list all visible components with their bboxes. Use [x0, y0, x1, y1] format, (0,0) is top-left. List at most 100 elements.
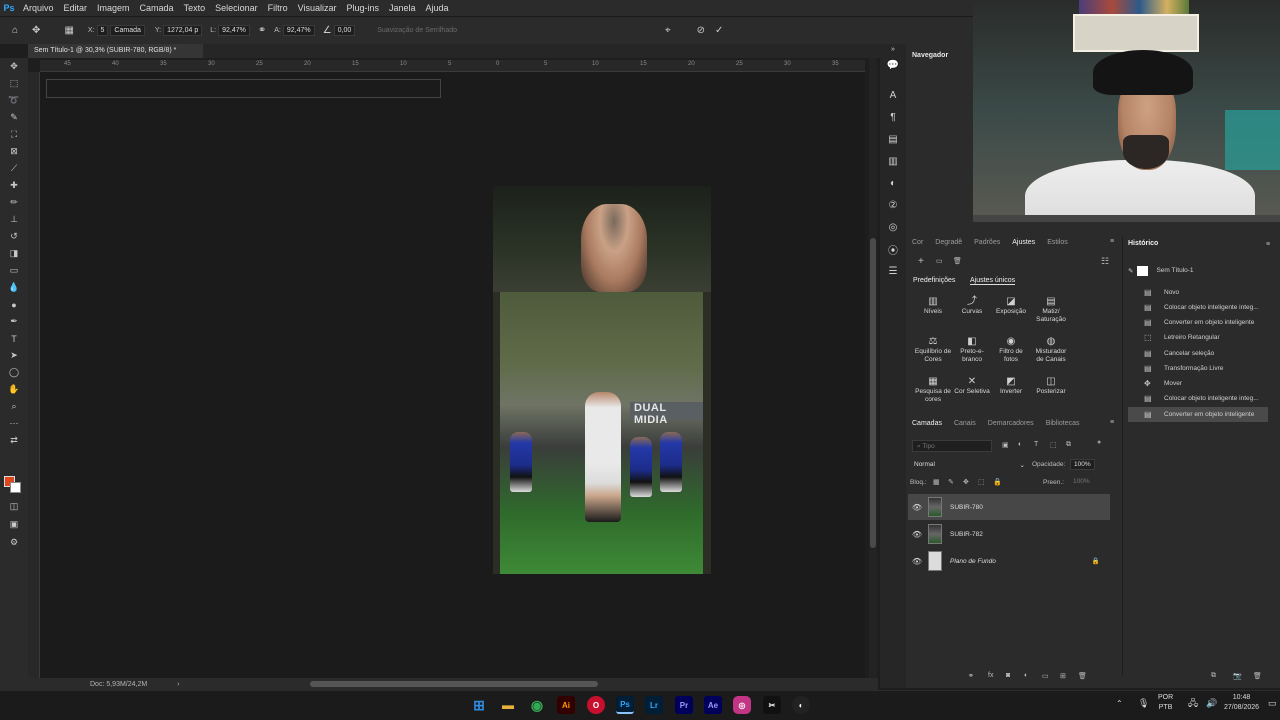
adjustment-preto-branco[interactable]: ◧ Preto-e-branco: [953, 336, 991, 364]
filter-adjustment-icon[interactable]: ◐: [1018, 441, 1022, 448]
navigator-zoom-bar[interactable]: [973, 215, 1280, 222]
after-effects-icon[interactable]: Ae: [704, 696, 722, 714]
filter-smart-icon[interactable]: ⧉: [1066, 441, 1071, 449]
photoshop-icon[interactable]: Ps: [616, 696, 634, 714]
tab-degrade[interactable]: Degradê: [929, 239, 968, 246]
filter-shape-icon[interactable]: ⬚: [1050, 441, 1057, 449]
blend-mode-select[interactable]: Normal ⌄: [912, 459, 1027, 471]
hand-tool-icon[interactable]: ✋: [0, 381, 28, 398]
delete-state-icon[interactable]: 🗑: [1253, 672, 1262, 680]
history-item[interactable]: ✥ Mover: [1128, 376, 1270, 391]
lightroom-icon[interactable]: Lr: [645, 696, 663, 714]
history-brush-tool-icon[interactable]: ↺: [0, 228, 28, 245]
layer-row-plano-de-fundo[interactable]: 👁 Plano de Fundo 🔒: [908, 548, 1110, 574]
menu-selecionar[interactable]: Selecionar: [210, 3, 263, 13]
fill-field[interactable]: 100%: [1070, 477, 1093, 486]
frame-tool-icon[interactable]: ⊠: [0, 143, 28, 160]
link-icon[interactable]: ⚭: [258, 25, 266, 36]
menu-plugins[interactable]: Plug-ins: [341, 3, 384, 13]
type-tool-icon[interactable]: T: [0, 330, 28, 347]
clock[interactable]: 10:48 27/08/2026: [1224, 693, 1259, 713]
history-item[interactable]: ▤ Colocar objeto inteligente integ...: [1128, 300, 1270, 315]
history-item[interactable]: ▤ Cancelar seleção: [1128, 346, 1270, 361]
lock-all-icon[interactable]: 🔒: [993, 478, 1002, 486]
eye-icon[interactable]: 👁: [908, 557, 926, 566]
x-field[interactable]: 5: [96, 25, 109, 36]
microphone-icon[interactable]: 🎙: [1138, 698, 1149, 708]
adjustment-niveis[interactable]: ▥ Níveis: [914, 296, 952, 316]
lock-transparent-icon[interactable]: ▦: [933, 478, 940, 486]
menu-visualizar[interactable]: Visualizar: [293, 3, 342, 13]
layer-search-field[interactable]: ⌕ Tipo: [912, 440, 992, 452]
tab-estilos[interactable]: Estilos: [1041, 239, 1074, 246]
canvas-area[interactable]: [40, 72, 865, 678]
artboard-icon[interactable]: ⚙: [0, 534, 28, 551]
character-icon[interactable]: A: [880, 84, 906, 106]
subtab-predefinicoes[interactable]: Predefinições: [913, 277, 955, 284]
filter-pixel-icon[interactable]: ▣: [1002, 441, 1009, 449]
tray-overflow-icon[interactable]: ⌃: [1116, 699, 1123, 709]
snapshot-camera-icon[interactable]: 📷: [1233, 672, 1242, 680]
screen-mode-icon[interactable]: ▣: [0, 516, 28, 533]
layer-select[interactable]: Camada: [110, 25, 145, 36]
photoshop-logo-icon[interactable]: Ps: [0, 3, 18, 13]
commit-transform-icon[interactable]: ✓: [715, 25, 723, 36]
gradient-tool-icon[interactable]: ▭: [0, 262, 28, 279]
home-icon[interactable]: ⌂: [12, 25, 18, 36]
history-menu-icon[interactable]: ≡: [1266, 241, 1270, 248]
paths-icon[interactable]: ◐: [880, 172, 906, 194]
lock-position-icon[interactable]: ✥: [963, 478, 969, 486]
dodge-tool-icon[interactable]: ●: [0, 296, 28, 313]
history-item[interactable]: ▤ Novo: [1128, 285, 1270, 300]
status-arrow-icon[interactable]: ›: [177, 681, 179, 688]
adjustment-equilibrio-cores[interactable]: ⚖ Equilíbrio de Cores: [914, 336, 952, 364]
adjustment-pesquisa-cores[interactable]: ▦ Pesquisa de cores: [914, 376, 952, 404]
layer-name[interactable]: SUBIR-782: [950, 531, 983, 538]
tab-ajustes[interactable]: Ajustes: [1006, 239, 1041, 246]
folder-icon[interactable]: ▭: [936, 257, 943, 265]
premiere-icon[interactable]: Pr: [675, 696, 693, 714]
subtab-ajustes-unicos[interactable]: Ajustes únicos: [970, 277, 1016, 285]
warp-icon[interactable]: ⌖: [665, 25, 671, 36]
illustrator-icon[interactable]: Ai: [557, 696, 575, 714]
delete-layer-icon[interactable]: 🗑: [1078, 672, 1087, 680]
eye-icon[interactable]: 👁: [908, 530, 926, 539]
adjustment-inverter[interactable]: ◩ Inverter: [992, 376, 1030, 396]
document-image[interactable]: DUAL MIDIA: [493, 186, 711, 574]
document-size[interactable]: Doc: 5,93M/24,2M: [90, 681, 147, 688]
adjustment-filtro-fotos[interactable]: ◉ Filtro de fotos: [992, 336, 1030, 364]
document-tab[interactable]: Sem Título-1 @ 30,3% (SUBIR-780, RGB/8) …: [28, 44, 203, 58]
cancel-transform-icon[interactable]: ⊘: [697, 25, 705, 36]
menu-janela[interactable]: Janela: [384, 3, 421, 13]
pen-tool-icon[interactable]: ✒: [0, 313, 28, 330]
history-item[interactable]: ▤ Transformação Livre: [1128, 361, 1270, 376]
lock-artboard-icon[interactable]: ⬚: [978, 478, 985, 486]
tab-bibliotecas[interactable]: Bibliotecas: [1040, 420, 1086, 427]
add-adjustment-icon[interactable]: +: [918, 256, 924, 267]
quick-select-tool-icon[interactable]: ✎: [0, 109, 28, 126]
collapse-panels-icon[interactable]: »: [880, 44, 906, 54]
opera-icon[interactable]: O: [587, 696, 605, 714]
new-layer-icon[interactable]: ⊞: [1060, 672, 1066, 680]
paragraph-icon[interactable]: ¶: [880, 106, 906, 128]
link-layers-icon[interactable]: ⚭: [968, 672, 974, 680]
crop-tool-icon[interactable]: ⛶: [0, 126, 28, 143]
menu-filtro[interactable]: Filtro: [263, 3, 293, 13]
width-field[interactable]: 92,47%: [218, 25, 250, 36]
adjustment-posterizar[interactable]: ◫ Posterizar: [1032, 376, 1070, 396]
adjustment-curvas[interactable]: ⤴ Curvas: [953, 296, 991, 316]
filter-type-icon[interactable]: T: [1034, 441, 1038, 448]
move-tool-icon[interactable]: ✥: [0, 58, 28, 75]
canvas-vertical-scrollbar[interactable]: [869, 58, 877, 678]
obs-icon[interactable]: ◐: [792, 696, 810, 714]
menu-texto[interactable]: Texto: [179, 3, 211, 13]
group-icon[interactable]: ▭: [1042, 672, 1049, 680]
opacity-field[interactable]: 100%: [1070, 459, 1095, 470]
network-icon[interactable]: 🖧: [1188, 698, 1198, 708]
volume-icon[interactable]: 🔊: [1206, 698, 1217, 708]
background-color-swatch[interactable]: [10, 482, 21, 493]
tab-cor[interactable]: Cor: [906, 239, 929, 246]
lock-image-icon[interactable]: ✎: [948, 478, 954, 486]
brush-source-icon[interactable]: ✎: [1128, 267, 1133, 275]
libraries-icon[interactable]: ▥: [880, 150, 906, 172]
